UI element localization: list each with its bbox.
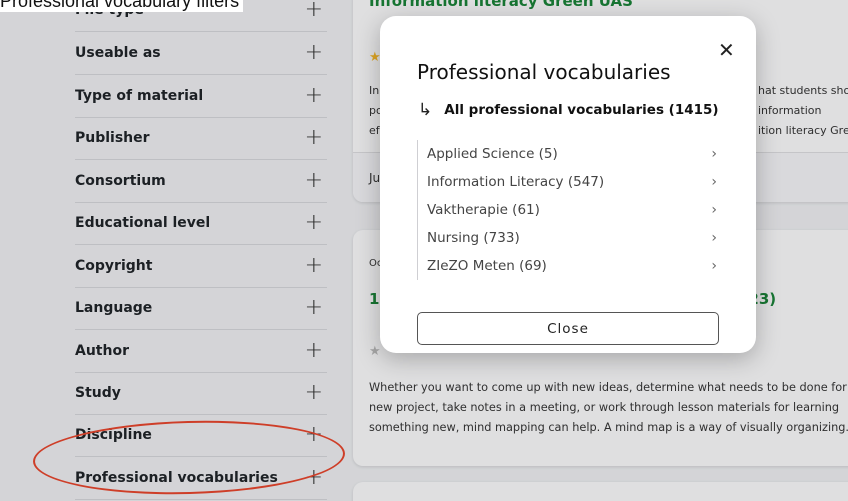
close-button[interactable]: Close bbox=[417, 312, 719, 345]
vocabulary-item-applied-science[interactable]: Applied Science (5) › bbox=[418, 140, 719, 168]
vocabulary-label: Information Literacy (547) bbox=[427, 174, 605, 190]
vocabulary-label: Vaktherapie (61) bbox=[427, 202, 540, 218]
all-vocabularies-link[interactable]: ↳ All professional vocabularies (1415) bbox=[418, 100, 719, 120]
vocabulary-label: ZIeZO Meten (69) bbox=[427, 258, 547, 274]
chevron-right-icon: › bbox=[711, 230, 717, 246]
vocabulary-item-vaktherapie[interactable]: Vaktherapie (61) › bbox=[418, 196, 719, 224]
chevron-right-icon: › bbox=[711, 202, 717, 218]
vocabularies-modal: ✕ Professional vocabularies ↳ All profes… bbox=[380, 16, 756, 353]
vocabulary-label: Nursing (733) bbox=[427, 230, 520, 246]
vocabulary-list: Applied Science (5) › Information Litera… bbox=[417, 140, 719, 280]
modal-title: Professional vocabularies bbox=[417, 60, 671, 84]
chevron-right-icon: › bbox=[711, 146, 717, 162]
vocabulary-item-nursing[interactable]: Nursing (733) › bbox=[418, 224, 719, 252]
vocabulary-item-information-literacy[interactable]: Information Literacy (547) › bbox=[418, 168, 719, 196]
return-arrow-icon: ↳ bbox=[418, 100, 433, 120]
vocabulary-label: Applied Science (5) bbox=[427, 146, 558, 162]
chevron-right-icon: › bbox=[711, 174, 717, 190]
vocabulary-item-ziezo-meten[interactable]: ZIeZO Meten (69) › bbox=[418, 252, 719, 280]
all-vocabularies-label: All professional vocabularies (1415) bbox=[444, 102, 719, 118]
screenshot-caption: Professional vocabulary filters bbox=[0, 0, 244, 12]
chevron-right-icon: › bbox=[711, 258, 717, 274]
close-icon[interactable]: ✕ bbox=[718, 38, 735, 62]
